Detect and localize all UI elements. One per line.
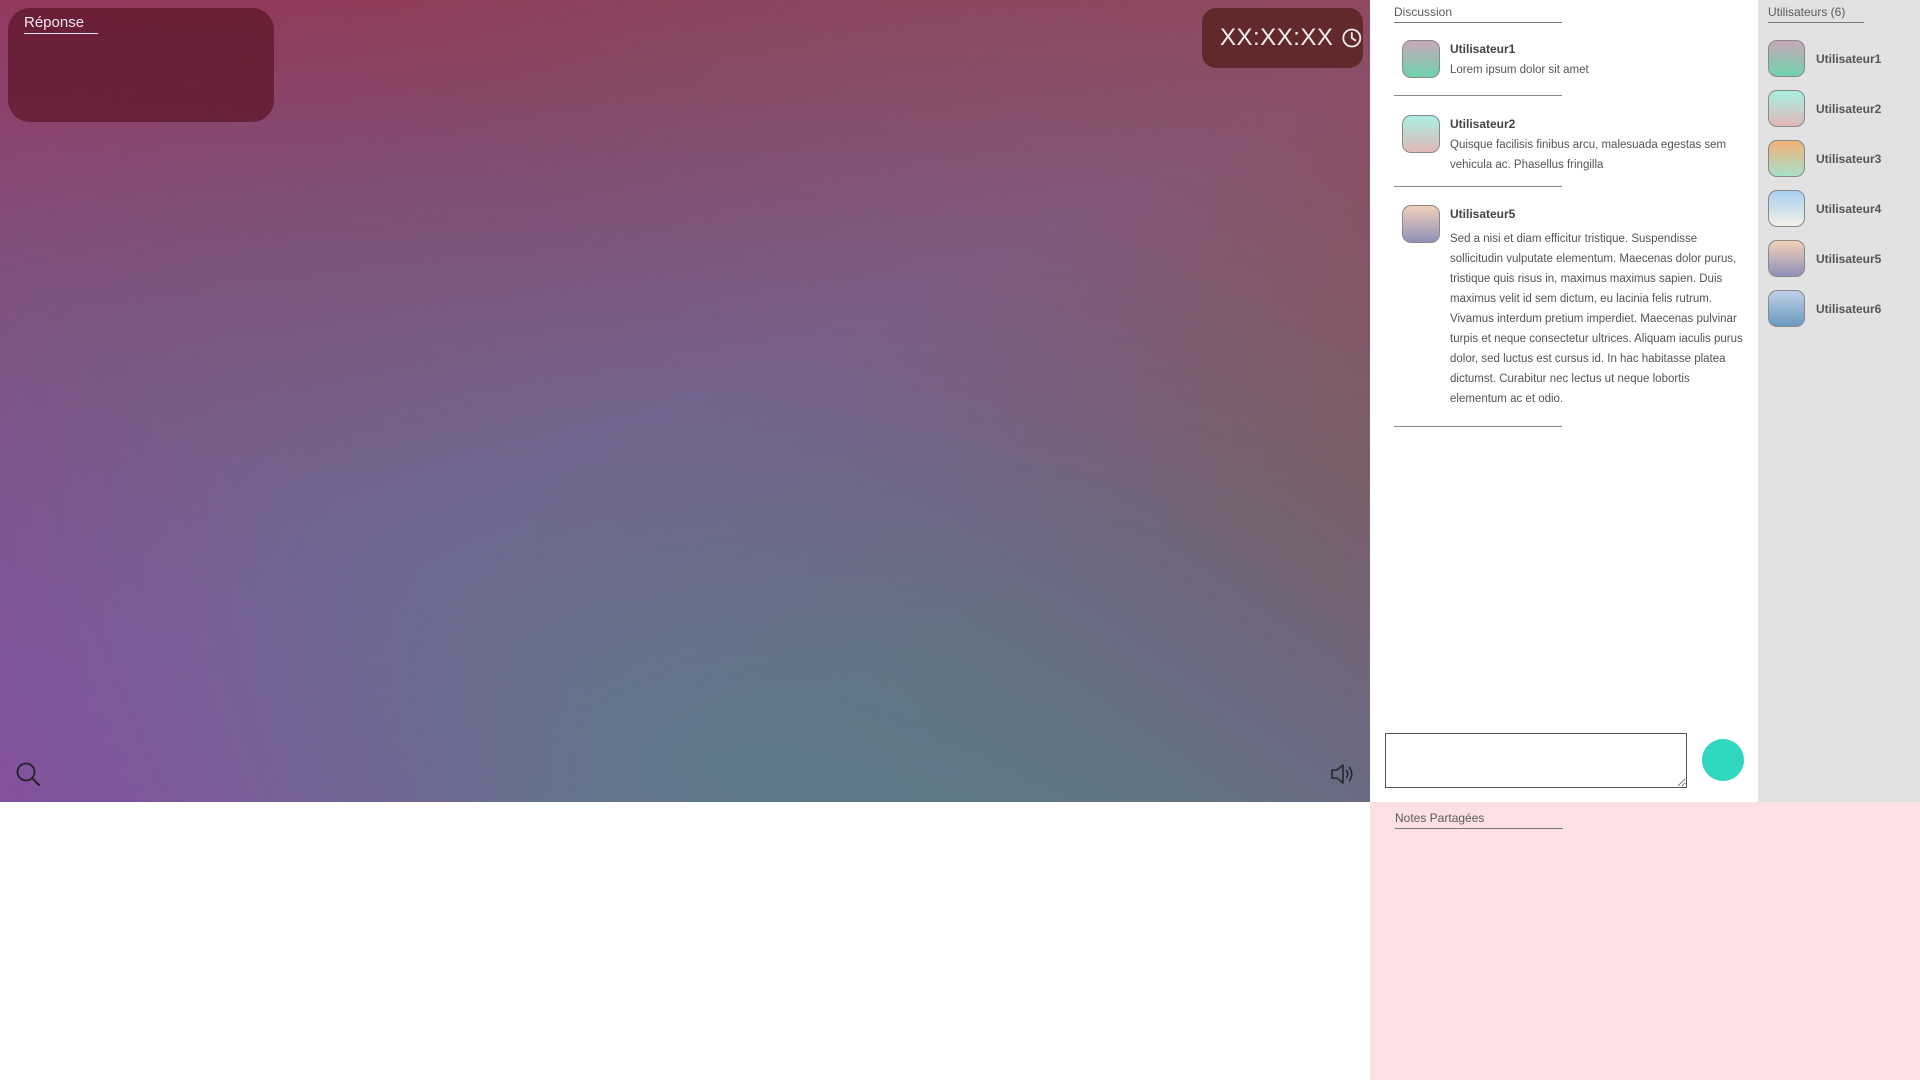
user-list-item[interactable]: Utilisateur3 — [1768, 140, 1918, 178]
user-name: Utilisateur4 — [1816, 202, 1882, 216]
avatar[interactable] — [1402, 40, 1440, 78]
message-divider — [1394, 186, 1562, 187]
avatar — [1768, 190, 1805, 227]
answer-box[interactable]: Réponse — [8, 8, 274, 122]
chat-message: Utilisateur5 Sed a nisi et diam efficitu… — [1394, 205, 1744, 415]
search-icon[interactable] — [14, 760, 42, 788]
avatar[interactable] — [1402, 205, 1440, 243]
message-text: Quisque facilisis finibus arcu, malesuad… — [1450, 139, 1727, 171]
users-title: Utilisateurs (6) — [1768, 5, 1864, 23]
chat-message: Utilisateur1 Lorem ipsum dolor sit amet — [1394, 40, 1744, 90]
timer-box: XX:XX:XX — [1202, 8, 1363, 68]
chat-input[interactable] — [1385, 733, 1687, 788]
user-list-item[interactable]: Utilisateur2 — [1768, 90, 1918, 128]
shared-notes-panel[interactable]: Notes Partagées — [1370, 802, 1920, 1080]
avatar — [1768, 90, 1805, 127]
notes-title: Notes Partagées — [1395, 811, 1563, 829]
answer-title: Réponse — [24, 14, 99, 34]
message-author: Utilisateur1 — [1450, 42, 1516, 56]
avatar — [1768, 240, 1805, 277]
message-author: Utilisateur5 — [1450, 207, 1516, 221]
message-text: Lorem ipsum dolor sit amet — [1450, 64, 1589, 76]
discussion-title: Discussion — [1394, 5, 1562, 23]
user-name: Utilisateur1 — [1816, 52, 1882, 66]
message-divider — [1394, 95, 1562, 96]
user-list-item[interactable]: Utilisateur5 — [1768, 240, 1918, 278]
users-panel: Utilisateurs (6) Utilisateur1 Utilisateu… — [1758, 0, 1920, 802]
video-stage: Réponse XX:XX:XX — [0, 0, 1370, 802]
message-divider — [1394, 426, 1562, 427]
user-name: Utilisateur6 — [1816, 302, 1882, 316]
avatar — [1768, 290, 1805, 327]
discussion-panel: Discussion Utilisateur1 Lorem ipsum dolo… — [1370, 0, 1758, 802]
user-list-item[interactable]: Utilisateur4 — [1768, 190, 1918, 228]
user-name: Utilisateur5 — [1816, 252, 1882, 266]
avatar[interactable] — [1402, 115, 1440, 153]
user-list-item[interactable]: Utilisateur6 — [1768, 290, 1918, 328]
user-name: Utilisateur2 — [1816, 102, 1882, 116]
chat-message: Utilisateur2 Quisque facilisis finibus a… — [1394, 115, 1744, 180]
user-name: Utilisateur3 — [1816, 152, 1882, 166]
avatar — [1768, 40, 1805, 77]
message-author: Utilisateur2 — [1450, 117, 1516, 131]
timer-display: XX:XX:XX — [1220, 24, 1334, 51]
send-button[interactable] — [1702, 739, 1744, 781]
speaker-icon[interactable] — [1328, 760, 1356, 788]
clock-icon — [1342, 28, 1362, 48]
message-text: Sed a nisi et diam efficitur tristique. … — [1450, 233, 1743, 405]
avatar — [1768, 140, 1805, 177]
user-list-item[interactable]: Utilisateur1 — [1768, 40, 1918, 78]
